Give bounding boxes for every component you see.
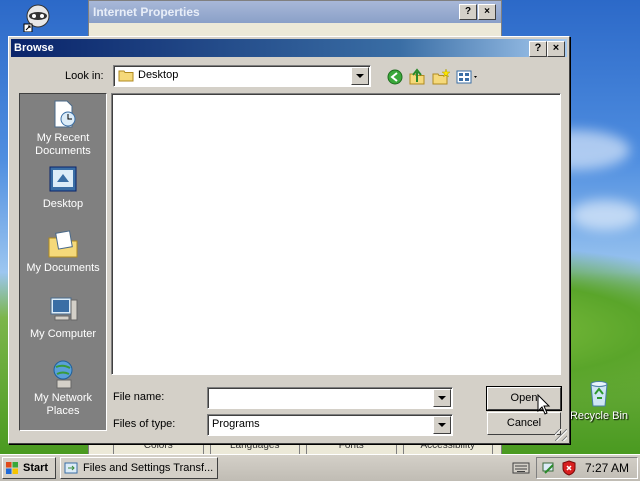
taskbar: Start Files and Settings Transf... 7:27 …: [0, 454, 640, 481]
raccoon-icon: [23, 4, 50, 33]
resize-grip[interactable]: [555, 429, 567, 441]
recent-documents-icon: [47, 98, 79, 130]
taskbar-item-files-settings-transfer[interactable]: Files and Settings Transf...: [60, 457, 218, 479]
back-button[interactable]: [385, 67, 405, 87]
window-title: Internet Properties: [93, 5, 200, 19]
chevron-down-icon[interactable]: [433, 389, 451, 407]
places-bar: My Recent Documents Desktop My Documents: [19, 93, 107, 431]
file-list-view[interactable]: [111, 93, 561, 375]
new-folder-button[interactable]: [431, 67, 451, 87]
view-menu-button[interactable]: [455, 67, 481, 87]
help-button[interactable]: ?: [459, 4, 477, 20]
desktop-icon-recycle-bin[interactable]: Recycle Bin: [564, 376, 634, 422]
back-arrow-icon: [387, 69, 403, 85]
cloud: [570, 200, 640, 230]
close-button[interactable]: ×: [478, 4, 496, 20]
windows-logo-icon: [6, 462, 18, 474]
desktop-icon: [47, 164, 79, 196]
taskbar-item-label: Files and Settings Transf...: [83, 462, 214, 474]
security-shield-icon[interactable]: [561, 460, 577, 476]
file-name-label: File name:: [113, 391, 165, 403]
my-documents-icon: [47, 228, 79, 260]
place-my-computer[interactable]: My Computer: [20, 294, 106, 341]
close-button[interactable]: ×: [547, 41, 565, 57]
up-folder-icon: [409, 68, 425, 85]
keyboard-icon[interactable]: [512, 461, 530, 475]
place-label: My Documents: [26, 262, 100, 274]
chevron-down-icon[interactable]: [433, 416, 451, 434]
system-tray: 7:27 AM: [536, 457, 638, 479]
network-places-icon: [47, 358, 79, 390]
internet-properties-titlebar[interactable]: Internet Properties ? ×: [89, 1, 501, 23]
desktop-icon-label: Recycle Bin: [569, 410, 629, 422]
chevron-down-icon[interactable]: [351, 67, 369, 85]
my-computer-icon: [47, 294, 79, 326]
help-button[interactable]: ?: [529, 41, 547, 57]
place-recent-documents[interactable]: My Recent Documents: [20, 98, 106, 158]
recycle-bin-icon: [583, 376, 615, 408]
file-type-dropdown[interactable]: Programs: [207, 414, 453, 436]
place-label: My Recent Documents: [35, 132, 91, 157]
desktop-shortcut-icon[interactable]: [18, 2, 58, 35]
clock: 7:27 AM: [584, 461, 629, 475]
place-label: My Network Places: [33, 392, 93, 417]
up-folder-button[interactable]: [407, 67, 427, 87]
look-in-label: Look in:: [65, 70, 104, 82]
start-button[interactable]: Start: [2, 457, 56, 479]
place-network-places[interactable]: My Network Places: [20, 358, 106, 418]
place-label: My Computer: [29, 328, 97, 340]
dialog-title: Browse: [14, 42, 54, 54]
start-label: Start: [23, 462, 49, 474]
file-name-input[interactable]: [207, 387, 453, 409]
transfer-wizard-icon: [64, 462, 78, 474]
browse-titlebar[interactable]: Browse ? ×: [11, 39, 567, 57]
browse-dialog: Browse ? × Look in: Desktop My Recent Do…: [8, 36, 570, 444]
file-type-label: Files of type:: [113, 418, 176, 430]
file-type-value: Programs: [212, 418, 260, 430]
mouse-cursor-icon: [537, 394, 551, 415]
network-tray-icon[interactable]: [541, 460, 557, 476]
folder-icon: [118, 70, 134, 82]
place-label: Desktop: [42, 198, 84, 210]
new-folder-icon: [432, 68, 451, 85]
look-in-value: Desktop: [138, 69, 179, 81]
place-my-documents[interactable]: My Documents: [20, 228, 106, 275]
view-menu-icon: [456, 70, 477, 84]
place-desktop[interactable]: Desktop: [20, 164, 106, 211]
look-in-dropdown[interactable]: Desktop: [113, 65, 371, 87]
